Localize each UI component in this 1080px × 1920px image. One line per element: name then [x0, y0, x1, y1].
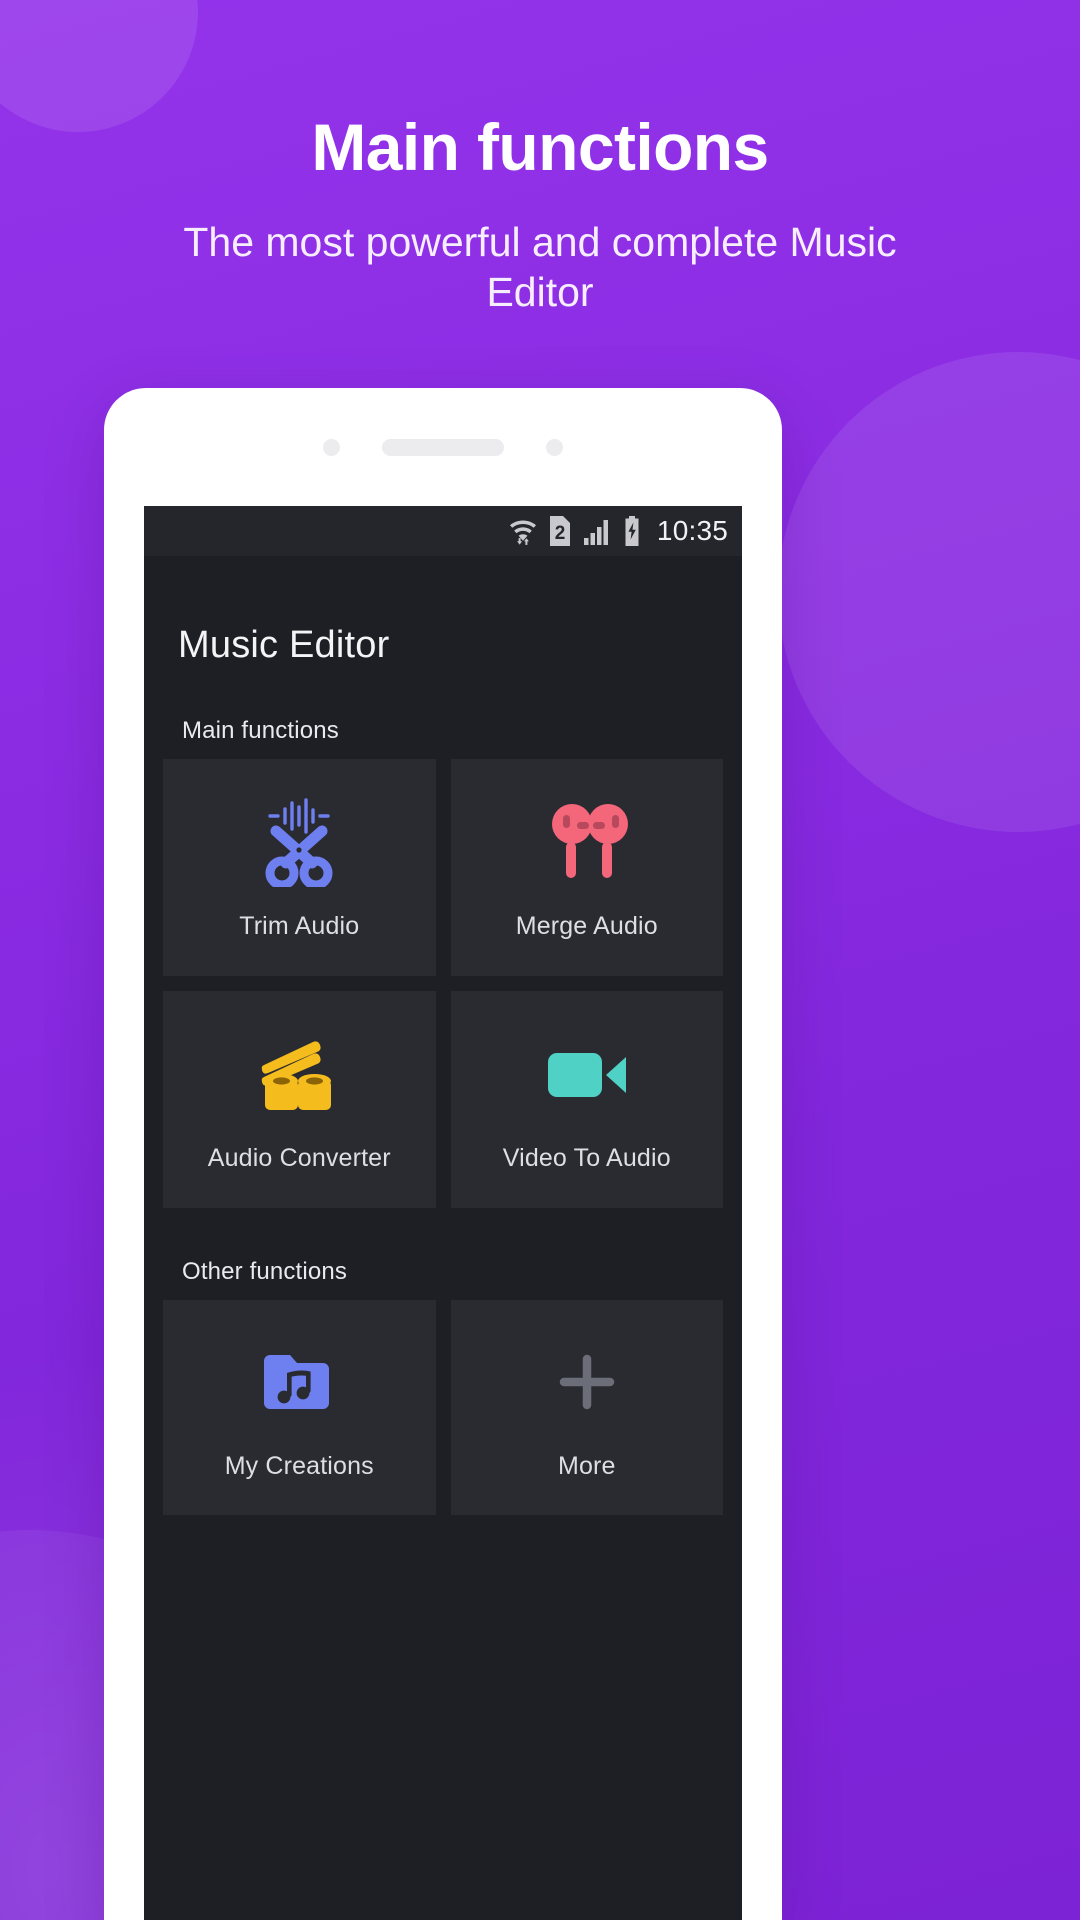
earpiece-speaker — [382, 438, 504, 456]
battery-charging-icon — [622, 516, 642, 546]
tile-more[interactable]: More — [450, 1300, 724, 1515]
sim2-icon: 2 — [548, 516, 572, 546]
tile-my-creations[interactable]: My Creations — [163, 1300, 436, 1515]
scissors-waveform-icon — [163, 794, 436, 890]
section-label-main-functions: Main functions — [182, 717, 339, 744]
promo-subtitle: The most powerful and complete Music Edi… — [183, 219, 897, 316]
proximity-sensor-icon — [323, 438, 340, 456]
tile-video-to-audio[interactable]: Video To Audio — [450, 991, 724, 1208]
front-camera-icon — [546, 438, 563, 456]
tile-label: My Creations — [224, 1452, 374, 1480]
plus-icon — [451, 1334, 724, 1430]
wifi-data-icon — [509, 516, 537, 546]
promo-copy: Main functions The most powerful and com… — [0, 0, 1080, 317]
section-label-other-functions: Other functions — [182, 1258, 347, 1285]
svg-text:2: 2 — [555, 523, 566, 544]
tile-label: Trim Audio — [239, 912, 360, 940]
status-bar: 2 10:35 — [144, 506, 742, 556]
tile-audio-converter[interactable]: Audio Converter — [163, 991, 436, 1208]
earbuds-icon — [451, 794, 724, 890]
promo-title: Main functions — [311, 110, 769, 184]
status-clock: 10:35 — [656, 515, 728, 546]
app-title: Music Editor — [178, 624, 390, 666]
video-camera-icon — [451, 1026, 724, 1122]
main-functions-grid: Trim Audio Merge Audio Audio Converter V… — [144, 759, 742, 1208]
tile-label: Audio Converter — [207, 1144, 391, 1172]
tile-label: Video To Audio — [502, 1144, 671, 1172]
tile-label: More — [557, 1452, 616, 1480]
other-functions-grid: My Creations More — [144, 1300, 742, 1515]
signal-bars-icon — [583, 516, 611, 546]
phone-screen: 2 10:35 Music Editor Main functions Trim… — [144, 506, 742, 1920]
decorative-circle-right — [778, 352, 1080, 832]
phone-top-bezel — [104, 388, 782, 506]
phone-mockup: 2 10:35 Music Editor Main functions Trim… — [104, 388, 782, 1920]
music-folder-icon — [163, 1334, 436, 1430]
tile-label: Merge Audio — [515, 912, 658, 940]
app-content: Music Editor Main functions Trim Audio M… — [144, 556, 742, 1920]
film-reel-icon — [163, 1026, 436, 1122]
tile-trim-audio[interactable]: Trim Audio — [163, 759, 436, 976]
tile-merge-audio[interactable]: Merge Audio — [450, 759, 724, 976]
